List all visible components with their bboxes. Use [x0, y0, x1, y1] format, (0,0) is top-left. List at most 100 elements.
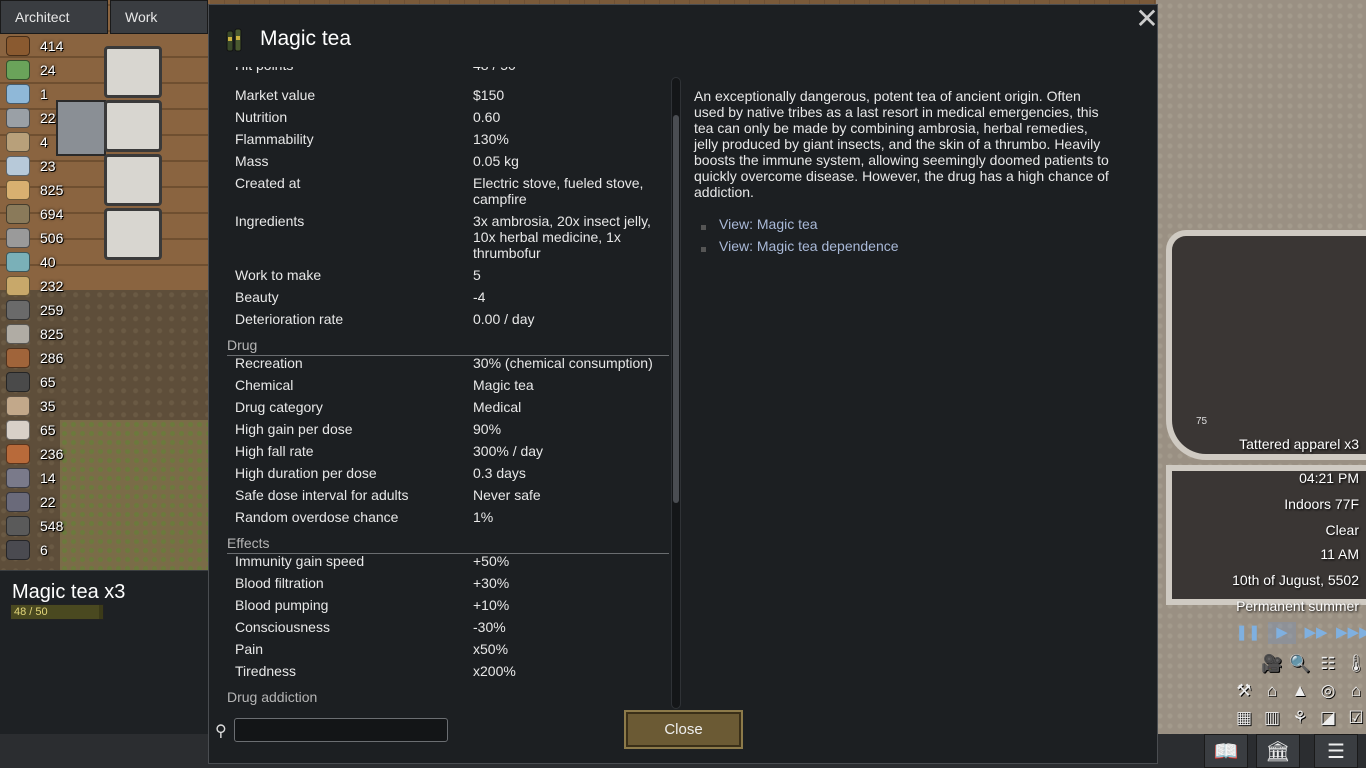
resource-row[interactable]: 40	[6, 250, 106, 274]
resource-row[interactable]: 65	[6, 418, 106, 442]
tab-work[interactable]: Work	[110, 0, 208, 34]
tab-architect[interactable]: Architect	[0, 0, 108, 34]
resource-row[interactable]: 22	[6, 490, 106, 514]
resource-row[interactable]: 414	[6, 34, 106, 58]
resource-row[interactable]: 825	[6, 322, 106, 346]
resource-row[interactable]: 24	[6, 58, 106, 82]
resource-count: 232	[40, 278, 64, 294]
resource-count: 65	[40, 422, 56, 438]
bed[interactable]	[104, 208, 162, 260]
herbal-medicine-icon	[6, 60, 30, 80]
camera-icon[interactable]: 🎥	[1258, 650, 1286, 677]
world-icon[interactable]: ◎	[1314, 677, 1342, 704]
stat-value: +50%	[473, 553, 510, 569]
resource-row[interactable]: 259	[6, 298, 106, 322]
cloth-icon	[6, 444, 30, 464]
roof-icon[interactable]: ▲	[1286, 677, 1314, 704]
stat-label: High fall rate	[235, 443, 314, 459]
glass-icon	[6, 252, 30, 272]
granite-icon	[6, 300, 30, 320]
resource-row[interactable]: 694	[6, 202, 106, 226]
resource-row[interactable]: 825	[6, 178, 106, 202]
stat-value: $150	[473, 87, 505, 103]
resource-row[interactable]: 65	[6, 370, 106, 394]
research-book-icon[interactable]: 📖	[1204, 734, 1248, 768]
link-view-magic-tea-dependence[interactable]: View: Magic tea dependence	[719, 238, 899, 254]
pause-icon[interactable]: ❚❚	[1234, 622, 1262, 644]
resource-row[interactable]: 506	[6, 226, 106, 250]
beauty-icon[interactable]: ◪	[1314, 704, 1342, 731]
stat-label: Drug category	[235, 399, 323, 415]
resource-row[interactable]: 236	[6, 442, 106, 466]
resource-row[interactable]: 4	[6, 130, 106, 154]
info-card-dialog: Magic tea ✕ Hit points 48 / 50 Market valu…	[208, 4, 1161, 764]
stat-value: -4	[473, 289, 486, 305]
stat-value: Magic tea	[473, 377, 534, 393]
resource-row[interactable]: 6	[6, 538, 106, 562]
play-fast-icon[interactable]: ▶▶	[1302, 622, 1330, 644]
stat-label: Consciousness	[235, 619, 330, 635]
resource-row[interactable]: 23	[6, 154, 106, 178]
stack-count-label: 75	[1196, 416, 1208, 427]
close-icon[interactable]: ✕	[1133, 5, 1161, 33]
limestone-blocks-icon	[6, 324, 30, 344]
resource-row[interactable]: 548	[6, 514, 106, 538]
stats-icon[interactable]: ▥	[1258, 704, 1286, 731]
close-button[interactable]: Close	[624, 710, 743, 749]
resource-count: 825	[40, 326, 64, 342]
inspect-title: Magic tea x3	[12, 581, 126, 603]
temperature-icon[interactable]: 🌡	[1342, 650, 1366, 677]
wood-icon	[6, 36, 30, 56]
resource-row[interactable]: 1	[6, 82, 106, 106]
stat-value: 300% / day	[473, 443, 544, 459]
expand-home-icon[interactable]: ⌂	[1342, 677, 1366, 704]
auto-build-icon[interactable]: ⚒	[1230, 677, 1258, 704]
stat-label: Hit points	[235, 67, 293, 73]
beer-icon	[6, 156, 30, 176]
plasteel-icon	[6, 468, 30, 488]
factions-building-icon[interactable]: 🏛	[1256, 734, 1300, 768]
resource-row[interactable]: 286	[6, 346, 106, 370]
meal-icon	[6, 180, 30, 200]
resource-count: 22	[40, 494, 56, 510]
checklist-icon[interactable]: ☑	[1342, 704, 1366, 731]
stat-label: High gain per dose	[235, 421, 353, 437]
resource-count: 23	[40, 158, 56, 174]
bed[interactable]	[104, 100, 162, 152]
iron-icon	[6, 540, 30, 560]
search-input[interactable]	[234, 718, 448, 742]
temperature-readout: Indoors 77F	[1284, 496, 1359, 512]
item-description: An exceptionally dangerous, potent tea o…	[694, 88, 1109, 200]
resource-row[interactable]: 35	[6, 394, 106, 418]
resource-count: 414	[40, 38, 64, 54]
stat-label: Blood filtration	[235, 575, 324, 591]
alert-tattered-apparel[interactable]: Tattered apparel x3	[1239, 436, 1359, 452]
section-header: Drug	[227, 337, 669, 356]
resource-row[interactable]: 22	[6, 106, 106, 130]
play-normal-icon[interactable]: ▶	[1268, 622, 1296, 644]
stat-value: 0.00 / day	[473, 311, 535, 327]
fertility-icon[interactable]: ⚘	[1286, 704, 1314, 731]
season-readout: Permanent summer	[1236, 598, 1359, 614]
resource-row[interactable]: 232	[6, 274, 106, 298]
inspect-pane: Magic tea x3	[0, 570, 208, 734]
resource-row[interactable]: 14	[6, 466, 106, 490]
stat-label: Deterioration rate	[235, 311, 344, 327]
home-area-icon[interactable]: ⌂	[1258, 677, 1286, 704]
link-view-magic-tea[interactable]: View: Magic tea	[719, 216, 818, 232]
zones-icon[interactable]: ▦	[1230, 704, 1258, 731]
stat-label: Tiredness	[235, 663, 296, 679]
stat-value: Never safe	[473, 487, 541, 503]
bed[interactable]	[104, 46, 162, 98]
potatoes-icon	[6, 276, 30, 296]
play-superfast-icon[interactable]: ▶▶▶	[1336, 622, 1366, 644]
stat-label: Flammability	[235, 131, 314, 147]
scrollbar-thumb[interactable]	[673, 115, 679, 503]
resource-count: 14	[40, 470, 56, 486]
zoom-icon[interactable]: 🔍	[1286, 650, 1314, 677]
bed[interactable]	[104, 154, 162, 206]
menu-list-icon[interactable]: ☰	[1314, 734, 1358, 768]
list-icon[interactable]: ☷	[1314, 650, 1342, 677]
stat-label: Beauty	[235, 289, 279, 305]
